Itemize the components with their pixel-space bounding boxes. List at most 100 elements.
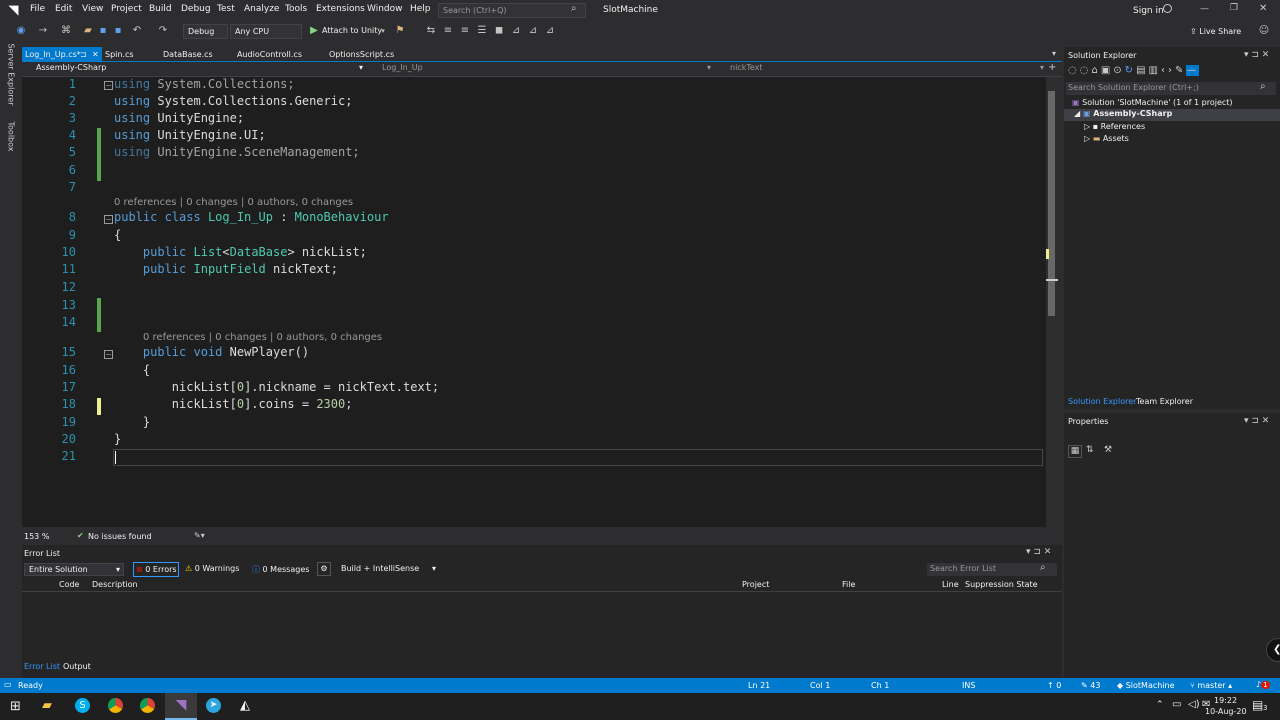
- minimize-button[interactable]: —: [1200, 4, 1209, 14]
- panel-controls[interactable]: ▾ ⊐ ✕: [1244, 416, 1269, 426]
- codelens-method[interactable]: 0 references | 0 changes | 0 authors, 0 …: [143, 332, 382, 343]
- alphabetical-icon[interactable]: ⇅: [1086, 445, 1094, 455]
- pin-icon[interactable]: ⊐: [80, 47, 87, 62]
- tab-spin[interactable]: Spin.cs: [102, 47, 160, 62]
- panel-controls[interactable]: ▾ ⊐ ✕: [1026, 547, 1051, 557]
- solution-node[interactable]: ▣ Solution 'SlotMachine' (1 of 1 project…: [1072, 98, 1233, 107]
- search-icon[interactable]: ⌕: [1040, 562, 1046, 573]
- branch[interactable]: ⑂ master ▴: [1190, 681, 1232, 690]
- codelens-class[interactable]: 0 references | 0 changes | 0 authors, 0 …: [114, 197, 353, 208]
- tab-log-in-up[interactable]: Log_In_Up.cs* ⊐ ✕: [22, 47, 102, 62]
- maximize-button[interactable]: ❐: [1230, 3, 1238, 13]
- back-icon[interactable]: ◌: [1068, 65, 1080, 76]
- back-icon[interactable]: ◉: [15, 25, 27, 37]
- menu-tools[interactable]: Tools: [285, 4, 307, 14]
- cleanup-icon[interactable]: ✎▾: [194, 531, 205, 540]
- property-pages-icon[interactable]: ⚒: [1104, 445, 1112, 455]
- tab-audiocontroll[interactable]: AudioControll.cs: [234, 47, 326, 62]
- panel-controls[interactable]: ▾ ⊐ ✕: [1244, 50, 1269, 60]
- menu-help[interactable]: Help: [410, 4, 431, 14]
- search-icon[interactable]: ⌕: [1260, 81, 1266, 92]
- issues-status[interactable]: No issues found: [88, 532, 152, 541]
- network-icon[interactable]: ▭: [1172, 699, 1181, 710]
- menu-window[interactable]: Window: [367, 4, 403, 14]
- code-editor[interactable]: 1 2 3 4 5 6 7 8 9 10 11 12 13 14 15 16 17 18 19 20 21 − − − …: [38, 77, 1046, 527]
- home-icon[interactable]: ⌂: [1091, 65, 1100, 76]
- open-icon[interactable]: ▰: [82, 25, 94, 37]
- menu-project[interactable]: Project: [111, 4, 142, 14]
- file-explorer-icon[interactable]: ▰: [42, 698, 52, 713]
- vs-logo-icon[interactable]: ◥: [6, 3, 21, 18]
- sync-icon[interactable]: ↻: [1125, 65, 1136, 76]
- skype-icon[interactable]: S: [75, 698, 90, 713]
- attach-to-unity-button[interactable]: Attach to Unity: [322, 26, 382, 35]
- menu-test[interactable]: Test: [217, 4, 235, 14]
- tab-optionsscript[interactable]: OptionsScript.cs: [326, 47, 422, 62]
- status-column[interactable]: Col 1: [810, 681, 830, 690]
- menu-build[interactable]: Build: [149, 4, 172, 14]
- col-line[interactable]: Line: [942, 580, 959, 589]
- scope-dropdown[interactable]: Entire Solution ▾: [24, 563, 124, 576]
- play-icon[interactable]: ▶: [308, 25, 320, 37]
- collapse-all-icon[interactable]: ▤: [1136, 65, 1148, 76]
- indent-icon[interactable]: ≡: [442, 25, 454, 37]
- filter-icon[interactable]: ⚙: [317, 562, 331, 576]
- expand-icon[interactable]: ◢: [1074, 109, 1083, 118]
- action-center-icon[interactable]: ▤: [1252, 698, 1263, 712]
- class-dropdown[interactable]: Log_In_Up ▾: [370, 63, 715, 76]
- repository[interactable]: ◆ SlotMachine: [1117, 681, 1175, 690]
- messages-filter-button[interactable]: ⓘ 0 Messages: [252, 564, 309, 575]
- references-node[interactable]: ▷ ▪ References: [1084, 122, 1145, 131]
- editor-scrollbar[interactable]: [1046, 77, 1058, 527]
- forward-icon[interactable]: ◌: [1080, 65, 1092, 76]
- tab-team-explorer[interactable]: Team Explorer: [1136, 397, 1193, 406]
- notifications[interactable]: ♪ 1: [1256, 680, 1270, 689]
- build-dropdown[interactable]: Build + IntelliSense ▾: [337, 563, 439, 576]
- status-ins[interactable]: INS: [962, 681, 975, 690]
- collapse-toggle[interactable]: −: [104, 215, 113, 224]
- close-button[interactable]: ✕: [1259, 3, 1267, 14]
- col-project[interactable]: Project: [742, 580, 769, 589]
- close-tab-icon[interactable]: ✕: [92, 47, 99, 62]
- bookmark-clear-icon[interactable]: ⊿: [544, 25, 556, 37]
- pending-changes[interactable]: ✎ 43: [1081, 681, 1100, 690]
- scrollbar-thumb[interactable]: [1048, 91, 1055, 316]
- col-description[interactable]: Description: [92, 580, 138, 589]
- unpushed-commits[interactable]: ↑ 0: [1047, 681, 1061, 690]
- collapse-toggle[interactable]: −: [104, 350, 113, 359]
- col-code[interactable]: Code: [59, 580, 79, 589]
- menu-file[interactable]: File: [30, 4, 45, 14]
- project-node[interactable]: ◢ ▣ Assembly-CSharp: [1064, 109, 1280, 121]
- menu-edit[interactable]: Edit: [55, 4, 72, 14]
- live-share-button[interactable]: ⇪ Live Share: [1190, 27, 1241, 36]
- chrome-icon[interactable]: [108, 698, 123, 713]
- account-icon[interactable]: [1163, 4, 1172, 13]
- redo-icon[interactable]: ↷: [157, 25, 169, 37]
- forward-icon[interactable]: →: [37, 25, 49, 37]
- unity-icon[interactable]: ◭: [240, 698, 250, 713]
- clock-date[interactable]: 10-Aug-20: [1205, 707, 1247, 716]
- menu-analyze[interactable]: Analyze: [244, 4, 279, 14]
- pending-changes-icon[interactable]: ⊙: [1113, 65, 1124, 76]
- tab-solution-explorer[interactable]: Solution Explorer: [1068, 397, 1136, 406]
- tab-error-list[interactable]: Error List: [24, 662, 60, 671]
- search-error-list-input[interactable]: Search Error List: [927, 563, 1057, 576]
- feedback-icon[interactable]: ☺: [1258, 25, 1270, 37]
- bookmark-next-icon[interactable]: ⊿: [527, 25, 539, 37]
- step-icon[interactable]: ⇆: [425, 25, 437, 37]
- undo-icon[interactable]: ↶: [131, 25, 143, 37]
- show-all-icon[interactable]: ▥: [1149, 65, 1161, 76]
- bookmark-prev-icon[interactable]: ⊿: [510, 25, 522, 37]
- project-dropdown[interactable]: Assembly-CSharp ▾: [22, 63, 367, 76]
- search-input[interactable]: Search (Ctrl+Q): [438, 3, 586, 18]
- comment-icon[interactable]: ☰: [476, 25, 488, 37]
- search-icon[interactable]: ⌕: [571, 3, 577, 14]
- tab-database[interactable]: DataBase.cs: [160, 47, 234, 62]
- outdent-icon[interactable]: ≡: [459, 25, 471, 37]
- telegram-icon[interactable]: ➤: [206, 698, 221, 713]
- tab-output[interactable]: Output: [63, 662, 91, 671]
- split-icon[interactable]: +: [1048, 62, 1056, 73]
- chevron-right-icon[interactable]: ▷: [1084, 134, 1093, 143]
- zoom-level[interactable]: 153 %: [24, 532, 49, 541]
- bookmark-icon[interactable]: ◼: [493, 25, 505, 37]
